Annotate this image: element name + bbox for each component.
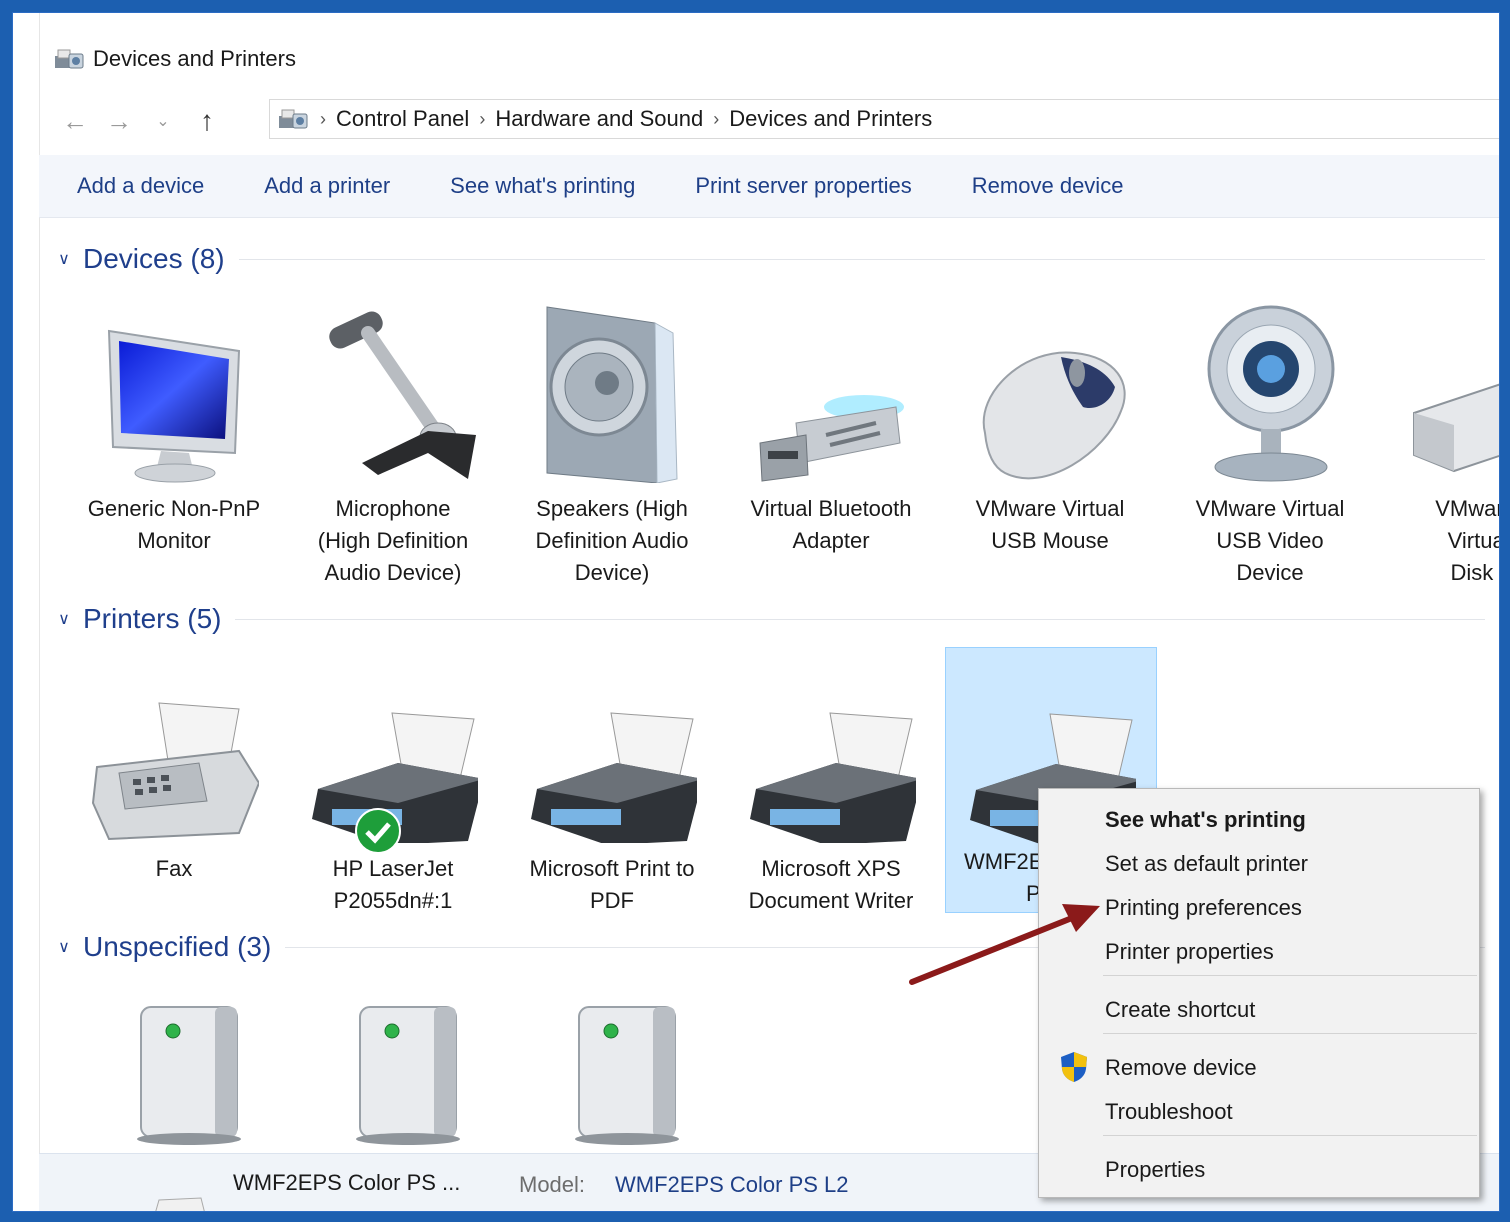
unspecified-device-tile[interactable] (288, 997, 498, 1147)
microphone-icon (329, 311, 476, 479)
control-panel-icon (279, 109, 308, 129)
devices-printers-icon (55, 49, 84, 69)
details-device-name: WMF2EPS Color PS ... (233, 1170, 461, 1195)
printer-thumbnail-icon (155, 1197, 205, 1211)
remove-device-button[interactable]: Remove device (972, 173, 1124, 199)
printer-icon (531, 712, 697, 843)
menu-item-properties[interactable]: Properties (1105, 1157, 1205, 1183)
group-title-devices: Devices (8) (83, 243, 225, 274)
address-bar[interactable]: › Control Panel › Hardware and Sound › D… (269, 99, 1499, 139)
context-menu: See what's printing Set as default print… (1038, 788, 1480, 1198)
chevron-down-icon[interactable]: ∨ (53, 609, 75, 629)
add-printer-button[interactable]: Add a printer (264, 173, 390, 199)
monitor-icon (107, 329, 241, 483)
mouse-icon (982, 351, 1126, 480)
command-bar: Add a device Add a printer See what's pr… (39, 155, 1499, 218)
printer-icon (750, 712, 916, 843)
usb-adapter-icon (759, 395, 904, 482)
fax-icon (91, 702, 259, 841)
printer-label: Fax (155, 856, 193, 881)
group-header-devices[interactable]: ∨ Devices (8) (53, 239, 1485, 279)
forward-arrow-icon[interactable]: → (97, 101, 141, 141)
window-title: Devices and Printers (93, 46, 296, 71)
menu-separator (1103, 1033, 1477, 1034)
breadcrumb-hardware-and-sound[interactable]: Hardware and Sound (485, 106, 713, 132)
menu-item-printing-preferences[interactable]: Printing preferences (1105, 895, 1302, 921)
device-label: Microphone (High Definition Audio Device… (317, 496, 469, 585)
add-device-button[interactable]: Add a device (77, 173, 204, 199)
generic-device-icon (575, 1006, 679, 1145)
title-bar: Devices and Printers (53, 41, 296, 77)
device-label: VMware Virtual USB Mouse (975, 496, 1125, 553)
breadcrumb-devices-and-printers[interactable]: Devices and Printers (719, 106, 942, 132)
menu-item-see-whats-printing[interactable]: See what's printing (1105, 807, 1306, 833)
uac-shield-icon (1061, 1052, 1087, 1082)
group-title-printers: Printers (5) (83, 603, 222, 634)
breadcrumb-separator-icon[interactable]: › (310, 109, 326, 130)
navigation-bar: ← → ⌄ ↑ › Control Panel › Hardware and S… (53, 99, 1499, 143)
print-server-properties-button[interactable]: Print server properties (695, 173, 911, 199)
device-label: Generic Non-PnP Monitor (87, 496, 261, 553)
menu-separator (1103, 1135, 1477, 1136)
disk-drive-icon (1413, 383, 1499, 473)
menu-item-create-shortcut[interactable]: Create shortcut (1105, 997, 1255, 1023)
details-model-label: Model: (519, 1172, 586, 1197)
device-label: Speakers (High Definition Audio Device) (535, 496, 689, 585)
window-left-edge (13, 13, 40, 1211)
unspecified-device-tile[interactable] (69, 997, 279, 1147)
breadcrumb-control-panel[interactable]: Control Panel (326, 106, 479, 132)
group-title-unspecified: Unspecified (3) (83, 931, 272, 962)
menu-item-remove-device[interactable]: Remove device (1105, 1055, 1257, 1081)
see-whats-printing-button[interactable]: See what's printing (450, 173, 635, 199)
chevron-down-icon[interactable]: ∨ (53, 249, 75, 269)
printer-label: HP LaserJet P2055dn#:1 (332, 856, 454, 913)
back-arrow-icon[interactable]: ← (53, 101, 97, 141)
webcam-icon (1207, 305, 1335, 482)
group-divider (238, 258, 1485, 260)
generic-device-icon (356, 1006, 460, 1145)
menu-item-set-as-default-printer[interactable]: Set as default printer (1105, 851, 1308, 877)
menu-separator (1103, 975, 1477, 976)
generic-device-icon (137, 1006, 241, 1145)
menu-item-troubleshoot[interactable]: Troubleshoot (1105, 1099, 1233, 1125)
device-label: VMware Virtual USB Video Device (1195, 496, 1345, 585)
speaker-icon (546, 306, 678, 483)
details-model-value: WMF2EPS Color PS L2 (615, 1172, 849, 1197)
device-label: VMware, V Virtual S Disk De (1435, 496, 1499, 585)
group-header-printers[interactable]: ∨ Printers (5) (53, 599, 1485, 639)
printer-label: Microsoft Print to PDF (529, 856, 695, 913)
menu-item-printer-properties[interactable]: Printer properties (1105, 939, 1274, 965)
up-arrow-icon[interactable]: ↑ (185, 101, 229, 141)
device-label: Virtual Bluetooth Adapter (750, 496, 912, 553)
default-checkmark-icon (355, 808, 401, 854)
printer-label: Microsoft XPS Document Writer (748, 856, 914, 913)
chevron-down-icon[interactable]: ∨ (53, 937, 75, 957)
recent-chevron-down-icon[interactable]: ⌄ (141, 101, 185, 141)
unspecified-device-tile[interactable] (507, 997, 717, 1147)
group-divider (235, 618, 1485, 620)
